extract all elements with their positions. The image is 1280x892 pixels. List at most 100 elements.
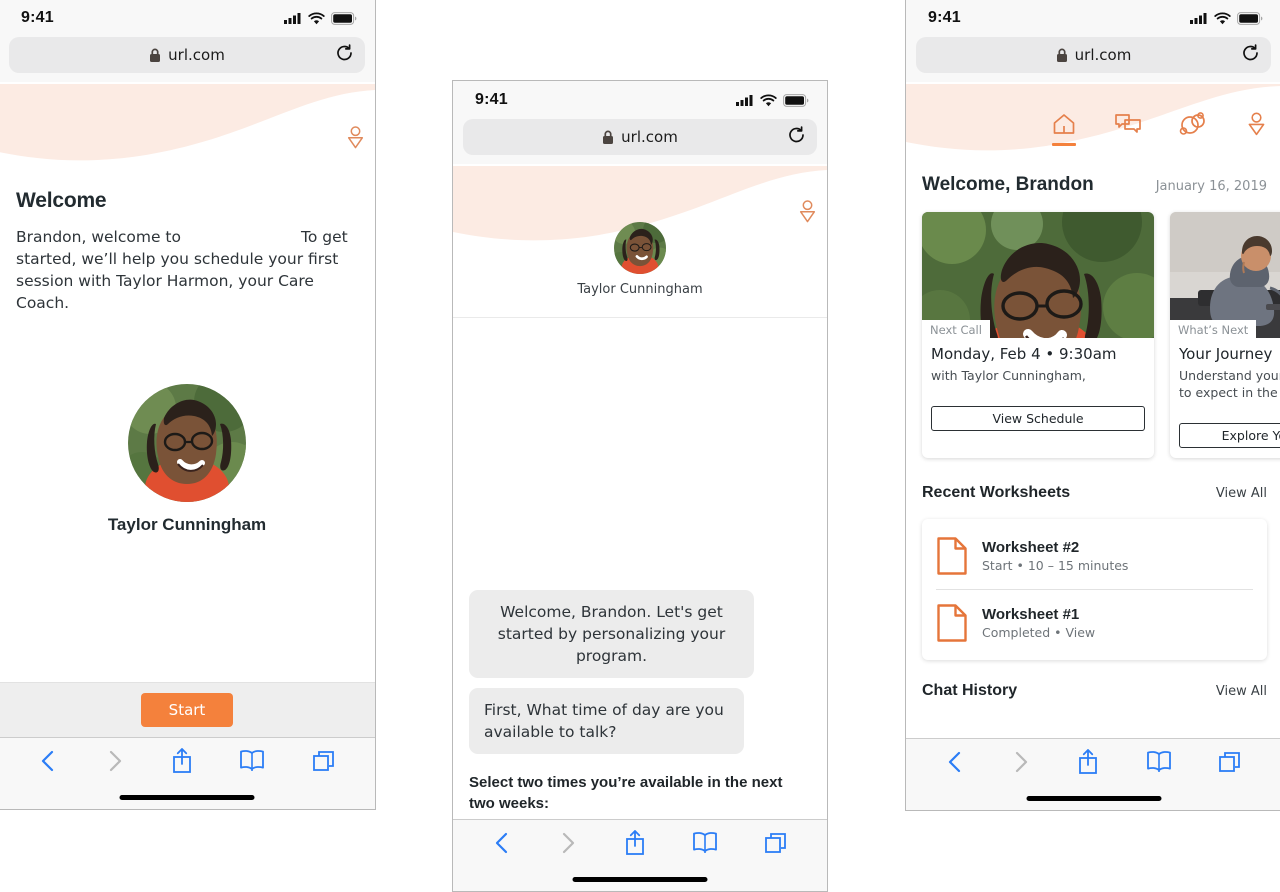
explore-journey-button[interactable]: Explore Your Journey bbox=[1179, 423, 1280, 448]
phone-screen-dashboard: 9:41 url.com Welcome, Brandon January 16… bbox=[905, 0, 1280, 811]
avatar bbox=[128, 384, 246, 502]
forward-icon bbox=[1016, 751, 1028, 773]
wifi-icon bbox=[760, 94, 777, 106]
nav-item-home[interactable] bbox=[1045, 112, 1083, 146]
status-bar-icons bbox=[284, 11, 357, 25]
nav-item-messages[interactable] bbox=[1109, 112, 1147, 146]
view-schedule-button[interactable]: View Schedule bbox=[931, 406, 1145, 431]
home-indicator bbox=[572, 877, 708, 882]
card-kicker: What’s Next bbox=[1170, 320, 1257, 338]
browser-toolbar bbox=[453, 819, 827, 891]
back-icon[interactable] bbox=[37, 748, 59, 774]
chat-bubble: Welcome, Brandon. Let's get started by p… bbox=[469, 590, 754, 678]
chat-bubble: First, What time of day are you availabl… bbox=[469, 688, 744, 754]
coach-name: Taylor Cunningham bbox=[107, 515, 267, 534]
url-bar[interactable]: url.com bbox=[9, 37, 365, 73]
status-bar-time: 9:41 bbox=[475, 91, 508, 108]
lock-icon bbox=[602, 130, 614, 145]
share-icon[interactable] bbox=[170, 747, 194, 775]
community-circles-icon bbox=[1179, 112, 1205, 135]
tabs-icon[interactable] bbox=[311, 748, 337, 774]
list-item[interactable]: Worksheet #2 Start • 10 – 15 minutes bbox=[936, 523, 1253, 589]
your-journey-card[interactable]: What’s Next Your Journey Understand your… bbox=[1170, 212, 1280, 458]
status-bar: 9:41 bbox=[906, 0, 1280, 37]
list-item[interactable]: Worksheet #1 Completed • View bbox=[936, 589, 1253, 656]
chat-history-section-header: Chat History View All bbox=[922, 682, 1267, 700]
reload-icon[interactable] bbox=[1241, 44, 1260, 67]
current-date: January 16, 2019 bbox=[1155, 179, 1267, 194]
avatar bbox=[614, 222, 666, 274]
signal-icon bbox=[284, 13, 301, 24]
worksheet-meta: Start • 10 – 15 minutes bbox=[982, 558, 1129, 573]
start-button[interactable]: Start bbox=[140, 693, 234, 727]
chat-message-area: Welcome, Brandon. Let's get started by p… bbox=[453, 318, 827, 891]
chat-header: Taylor Cunningham bbox=[453, 166, 827, 318]
worksheets-section-header: Recent Worksheets View All bbox=[922, 484, 1267, 502]
status-bar-icons bbox=[736, 93, 809, 107]
top-navigation bbox=[1045, 112, 1275, 146]
highlight-cards: Next Call Monday, Feb 4 • 9:30am with Ta… bbox=[922, 212, 1280, 458]
phone-screen-chat: 9:41 url.com Taylor Cunningham Welcome, … bbox=[452, 80, 828, 892]
worksheets-list: Worksheet #2 Start • 10 – 15 minutes Wor… bbox=[922, 519, 1267, 660]
message-list: Welcome, Brandon. Let's get started by p… bbox=[469, 590, 811, 764]
share-icon[interactable] bbox=[623, 829, 647, 857]
card-kicker: Next Call bbox=[922, 320, 990, 338]
card-subtitle-line1: Understand your journey and what bbox=[1179, 368, 1280, 383]
home-icon bbox=[1053, 114, 1075, 134]
battery-icon bbox=[331, 11, 357, 25]
reload-icon[interactable] bbox=[335, 44, 354, 67]
welcome-page-body: Welcome Brandon, welcome to To get starte… bbox=[0, 84, 375, 737]
bookmarks-icon[interactable] bbox=[1145, 750, 1173, 774]
peach-wave-hero bbox=[0, 84, 375, 194]
home-indicator bbox=[1026, 796, 1161, 801]
url-bar[interactable]: url.com bbox=[463, 119, 817, 155]
forward-icon bbox=[109, 750, 121, 772]
page-title: Welcome, Brandon bbox=[922, 174, 1094, 195]
reload-icon[interactable] bbox=[787, 126, 806, 149]
lock-icon bbox=[149, 48, 161, 63]
battery-icon bbox=[783, 93, 809, 107]
bookmarks-icon[interactable] bbox=[691, 831, 719, 855]
coach-intro: Taylor Cunningham bbox=[0, 384, 375, 535]
url-text: url.com bbox=[168, 46, 225, 64]
browser-url-bar-container: url.com bbox=[906, 37, 1280, 82]
card-subtitle: with Taylor Cunningham, bbox=[931, 368, 1086, 383]
forward-icon bbox=[562, 832, 575, 854]
share-icon[interactable] bbox=[1076, 748, 1100, 776]
status-bar-time: 9:41 bbox=[928, 9, 961, 26]
bookmarks-icon[interactable] bbox=[238, 749, 266, 773]
status-bar: 9:41 bbox=[453, 81, 827, 119]
url-text: url.com bbox=[621, 128, 678, 146]
worksheets-view-all-link[interactable]: View All bbox=[1216, 486, 1267, 501]
welcome-paragraph: Brandon, welcome to To get started, we’ll… bbox=[16, 226, 358, 314]
card-title: Your Journey bbox=[1179, 345, 1273, 363]
next-call-card[interactable]: Next Call Monday, Feb 4 • 9:30am with Ta… bbox=[922, 212, 1154, 458]
chat-bubbles-icon bbox=[1115, 114, 1141, 133]
browser-toolbar bbox=[906, 738, 1280, 810]
url-bar[interactable]: url.com bbox=[916, 37, 1271, 73]
battery-icon bbox=[1237, 11, 1263, 25]
person-icon[interactable] bbox=[347, 126, 364, 153]
chat-history-view-all-link[interactable]: View All bbox=[1216, 684, 1267, 699]
nav-item-profile[interactable] bbox=[1237, 112, 1275, 146]
phone-screen-welcome: 9:41 url.com Welcome Brandon, welcome to… bbox=[0, 0, 376, 810]
card-title: Monday, Feb 4 • 9:30am bbox=[931, 345, 1117, 363]
card-image: What’s Next bbox=[1170, 212, 1280, 338]
document-icon bbox=[937, 537, 967, 575]
worksheet-meta: Completed • View bbox=[982, 625, 1096, 640]
back-icon[interactable] bbox=[944, 749, 966, 775]
section-title: Recent Worksheets bbox=[922, 484, 1071, 501]
chat-coach-header: Taylor Cunningham bbox=[453, 222, 827, 297]
nav-item-community[interactable] bbox=[1173, 112, 1211, 146]
browser-url-bar-container: url.com bbox=[453, 119, 827, 164]
welcome-text-block: Welcome Brandon, welcome to To get starte… bbox=[16, 189, 358, 314]
tabs-icon[interactable] bbox=[763, 830, 789, 856]
worksheet-name: Worksheet #2 bbox=[982, 539, 1080, 556]
tabs-icon[interactable] bbox=[1217, 749, 1243, 775]
back-icon[interactable] bbox=[491, 830, 513, 856]
lock-icon bbox=[1056, 48, 1068, 63]
browser-toolbar bbox=[0, 737, 375, 809]
signal-icon bbox=[1190, 13, 1207, 24]
card-subtitle-line2: to expect in the weeks ahead bbox=[1179, 385, 1280, 400]
welcome-paragraph-part1: Brandon, welcome to bbox=[16, 228, 181, 246]
